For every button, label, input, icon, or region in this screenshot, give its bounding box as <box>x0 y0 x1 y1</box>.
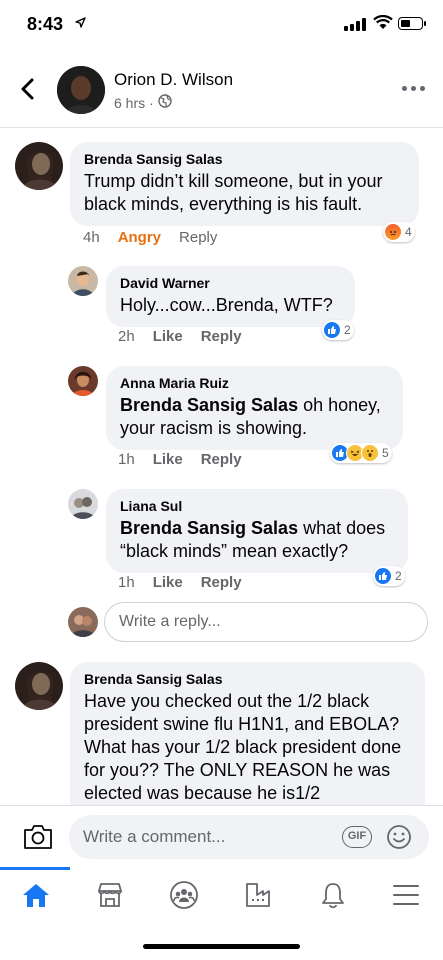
avatar[interactable] <box>68 266 98 296</box>
reaction-summary[interactable]: 4 <box>383 222 415 242</box>
camera-icon[interactable] <box>22 823 54 851</box>
menu-icon[interactable] <box>386 879 426 911</box>
wifi-icon <box>373 14 393 35</box>
signal-icon <box>344 18 366 31</box>
angry-reaction-button[interactable]: Angry <box>118 229 161 246</box>
comment-text: Have you checked out the 1/2 black presi… <box>84 691 402 803</box>
angry-icon <box>384 223 402 241</box>
reply-input-placeholder: Write a reply... <box>119 613 221 630</box>
reply-text: Brenda Sansig Salas what does “black min… <box>120 517 395 563</box>
reaction-count: 2 <box>344 323 351 337</box>
reaction-count: 4 <box>405 225 412 239</box>
globe-icon <box>157 94 172 111</box>
reply-button[interactable]: Reply <box>201 328 242 345</box>
like-icon <box>374 567 392 585</box>
avatar[interactable] <box>57 66 105 114</box>
reply-bubble: David Warner Holy...cow...Brenda, WTF? <box>106 266 355 327</box>
notifications-icon[interactable] <box>313 879 353 911</box>
like-button[interactable]: Like <box>153 451 183 468</box>
reply-text: Holy...cow...Brenda, WTF? <box>120 295 333 315</box>
reply-actions: 1h Like Reply <box>118 451 242 468</box>
comment-actions: 4h Angry Reply <box>83 229 217 246</box>
post-author-name[interactable]: Orion D. Wilson <box>114 70 233 90</box>
home-indicator[interactable] <box>143 944 300 949</box>
reply-button[interactable]: Reply <box>201 574 242 591</box>
home-icon[interactable] <box>16 879 56 911</box>
status-bar: 8:43 <box>0 0 443 50</box>
reaction-count: 5 <box>382 446 389 460</box>
post-time: 6 hrs · <box>114 94 154 111</box>
reaction-summary[interactable]: 2 <box>322 320 354 340</box>
comment-text: Trump didn’t kill someone, but in your b… <box>84 171 383 214</box>
like-icon <box>323 321 341 339</box>
bottom-nav <box>0 867 443 960</box>
comment-bubble: Brenda Sansig Salas Trump didn’t kill so… <box>70 142 419 226</box>
active-tab-indicator <box>0 867 70 870</box>
mention-link[interactable]: Brenda Sansig Salas <box>120 395 298 415</box>
reply-button[interactable]: Reply <box>179 229 217 246</box>
reply-bubble: Liana Sul Brenda Sansig Salas what does … <box>106 489 408 573</box>
reply-bubble: Anna Maria Ruiz Brenda Sansig Salas oh h… <box>106 366 403 450</box>
post-meta: 6 hrs · <box>114 94 172 111</box>
gif-button[interactable]: GIF <box>342 826 372 848</box>
avatar[interactable] <box>68 366 98 396</box>
reply-text: Brenda Sansig Salas oh honey, your racis… <box>120 394 390 440</box>
comment-author[interactable]: Brenda Sansig Salas <box>84 151 406 167</box>
reaction-count: 2 <box>395 569 402 583</box>
reply-author[interactable]: Liana Sul <box>120 498 395 514</box>
mention-link[interactable]: Brenda Sansig Salas <box>120 518 298 538</box>
reply-time: 1h <box>118 451 135 468</box>
comment-time: 4h <box>83 229 100 246</box>
location-arrow-icon <box>75 16 86 31</box>
avatar[interactable] <box>15 662 63 710</box>
groups-icon[interactable] <box>164 879 204 911</box>
reaction-summary[interactable]: 5 <box>330 443 392 463</box>
comment-input-placeholder: Write a comment... <box>83 827 226 846</box>
avatar[interactable] <box>15 142 63 190</box>
emoji-icon[interactable] <box>386 824 412 850</box>
avatar[interactable] <box>68 489 98 519</box>
reply-actions: 1h Like Reply <box>118 574 242 591</box>
like-button[interactable]: Like <box>153 328 183 345</box>
back-arrow-icon <box>21 78 34 100</box>
marketplace-icon[interactable] <box>90 879 130 911</box>
more-options-icon[interactable] <box>402 84 426 94</box>
like-button[interactable]: Like <box>153 574 183 591</box>
comment-author[interactable]: Brenda Sansig Salas <box>84 671 412 687</box>
avatar <box>68 607 98 637</box>
reply-time: 2h <box>118 328 135 345</box>
reply-author[interactable]: David Warner <box>120 275 342 291</box>
pages-icon[interactable] <box>238 879 278 911</box>
back-button[interactable] <box>16 74 42 104</box>
reply-actions: 2h Like Reply <box>118 328 242 345</box>
comment-input[interactable]: Write a comment... GIF <box>69 815 429 859</box>
reaction-summary[interactable]: 2 <box>373 566 405 586</box>
reply-author[interactable]: Anna Maria Ruiz <box>120 375 390 391</box>
reply-button[interactable]: Reply <box>201 451 242 468</box>
reply-input[interactable]: Write a reply... <box>104 602 428 642</box>
wow-icon <box>361 444 379 462</box>
battery-icon <box>398 17 426 30</box>
comment-composer: Write a comment... GIF <box>0 805 443 867</box>
reply-time: 1h <box>118 574 135 591</box>
status-time: 8:43 <box>27 14 64 34</box>
post-header: Orion D. Wilson 6 hrs · <box>0 52 443 128</box>
